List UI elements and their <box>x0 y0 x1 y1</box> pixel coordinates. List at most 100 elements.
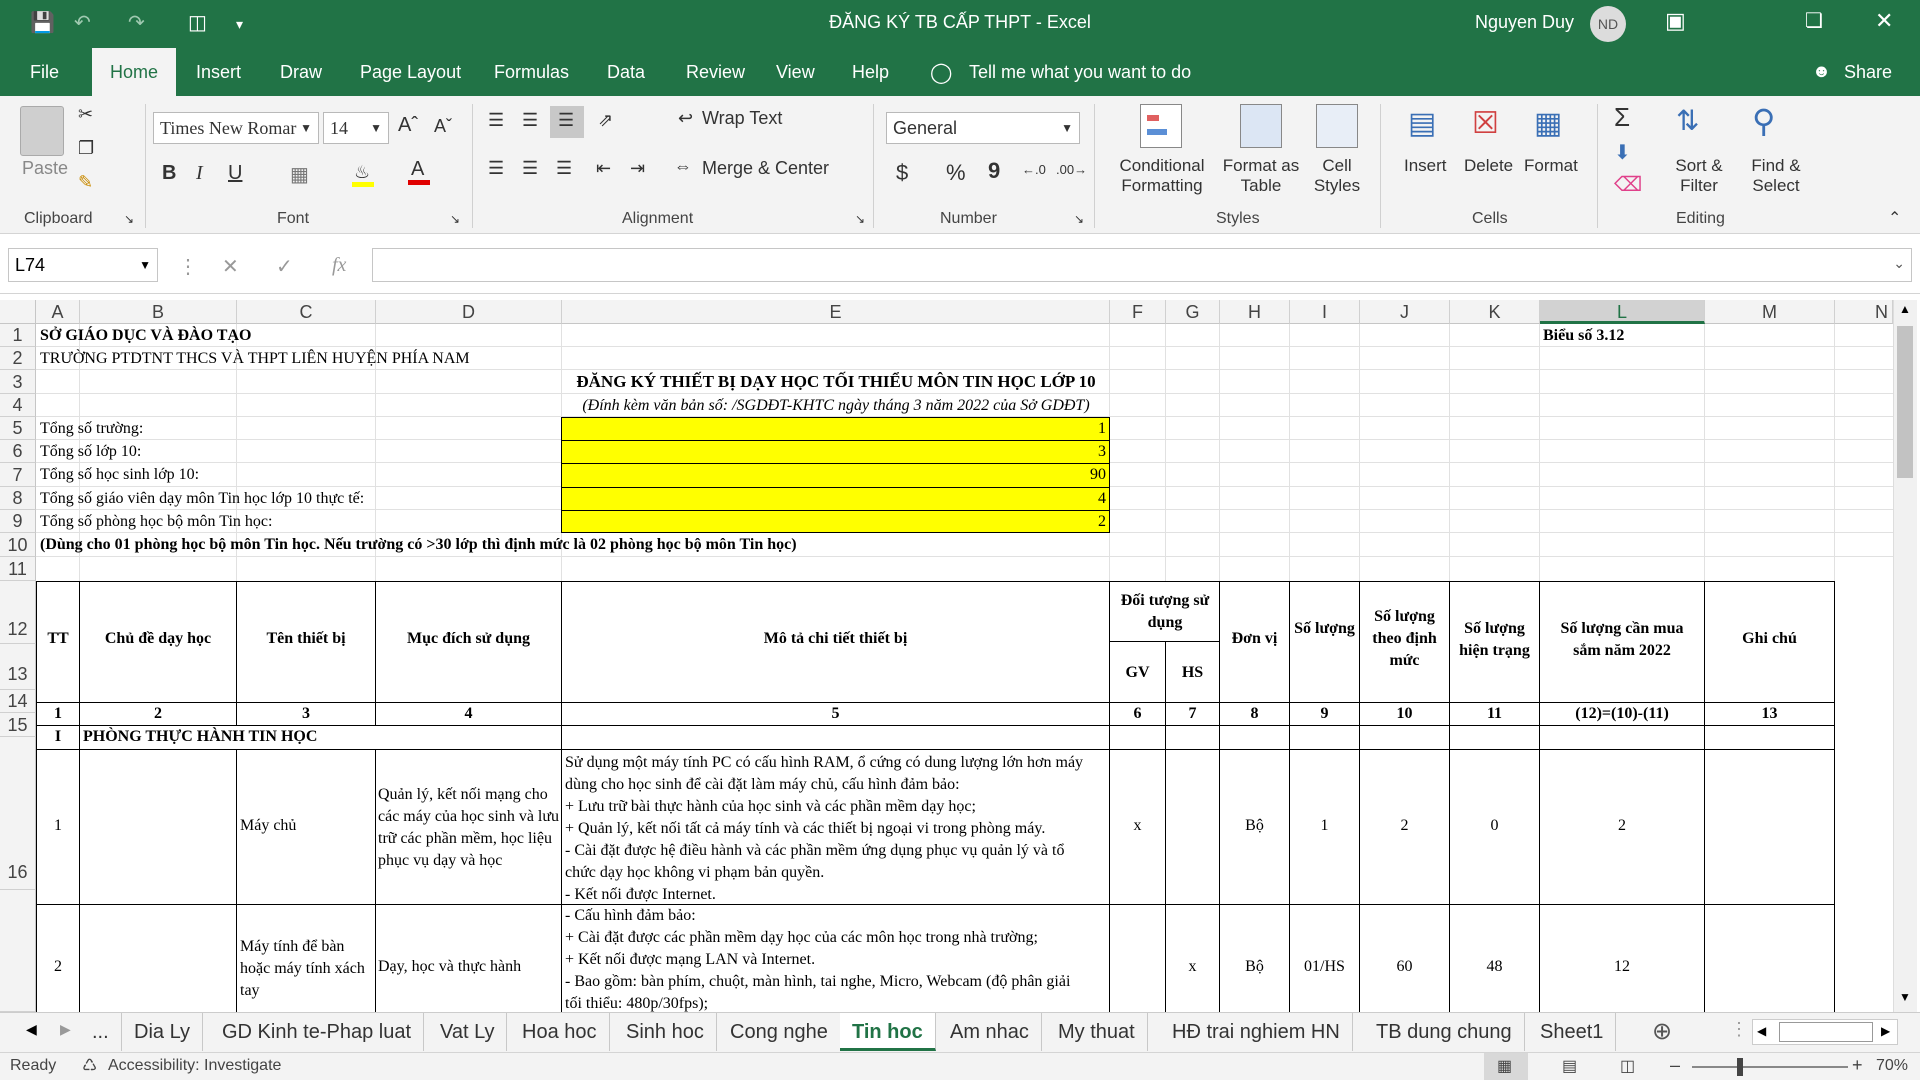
col-header-d[interactable]: D <box>376 300 562 324</box>
col-header-i[interactable]: I <box>1290 300 1360 324</box>
scroll-thumb[interactable] <box>1897 326 1913 478</box>
sort-filter-button[interactable]: Sort & Filter <box>1670 156 1728 196</box>
orientation-icon[interactable]: ⇗ <box>598 110 613 131</box>
insert-cells-icon[interactable]: ▤ <box>1408 106 1436 141</box>
collapse-ribbon-icon[interactable]: ⌃ <box>1888 208 1901 228</box>
value-total-rooms[interactable]: 2 <box>566 513 1106 531</box>
sheet-tab[interactable]: Vat Ly <box>428 1013 508 1051</box>
formula-input[interactable]: ⌄ <box>372 248 1912 282</box>
restore-icon[interactable]: ❏ <box>1805 8 1823 33</box>
delete-cells-icon[interactable]: ☒ <box>1472 106 1499 141</box>
share-button[interactable]: Share <box>1830 48 1906 96</box>
sheet-tab[interactable]: TB dung chung <box>1364 1013 1525 1051</box>
row-header[interactable]: 11 <box>0 557 36 581</box>
value-total-students[interactable]: 90 <box>566 466 1106 484</box>
wrap-text-icon[interactable]: ↩ <box>678 108 693 129</box>
delete-cells-button[interactable]: Delete <box>1464 156 1513 176</box>
row-header[interactable]: 1 <box>0 324 36 347</box>
tell-me-search[interactable]: Tell me what you want to do <box>955 48 1205 96</box>
col-header-g[interactable]: G <box>1166 300 1220 324</box>
zoom-slider[interactable] <box>1692 1066 1848 1068</box>
decrease-indent-icon[interactable]: ⇤ <box>596 158 611 179</box>
cut-icon[interactable]: ✂ <box>78 104 93 125</box>
italic-button[interactable]: I <box>196 162 203 185</box>
format-as-table-button[interactable]: Format as Table <box>1218 156 1304 196</box>
col-header-m[interactable]: M <box>1705 300 1835 324</box>
currency-button[interactable]: $ <box>896 160 908 186</box>
scroll-up-icon[interactable]: ▲ <box>1896 302 1914 320</box>
col-header-f[interactable]: F <box>1110 300 1166 324</box>
increase-decimal-icon[interactable]: ←.0 <box>1022 162 1046 177</box>
row-header[interactable]: 7 <box>0 463 36 487</box>
worksheet-grid[interactable]: A B C D E F G H I J K L M N 1 2 3 4 5 6 … <box>0 300 1900 1012</box>
format-as-table-icon[interactable] <box>1240 104 1282 148</box>
row-header[interactable]: 8 <box>0 487 36 510</box>
col-header-a[interactable]: A <box>36 300 80 324</box>
horizontal-scrollbar[interactable]: ◀ ▶ <box>1752 1019 1898 1045</box>
sheet-tab[interactable]: Sinh hoc <box>614 1013 717 1051</box>
decrease-font-icon[interactable]: Aˇ <box>434 116 452 137</box>
col-header-b[interactable]: B <box>80 300 237 324</box>
format-cells-button[interactable]: Format <box>1524 156 1578 176</box>
page-break-view-icon[interactable]: ◫ <box>1620 1056 1635 1076</box>
row-header[interactable]: 3 <box>0 370 36 394</box>
value-total-teachers[interactable]: 4 <box>566 490 1106 508</box>
scroll-right-icon[interactable]: ▶ <box>1881 1024 1890 1038</box>
tab-file[interactable]: File <box>16 48 73 96</box>
copy-icon[interactable]: ❐ <box>78 138 94 159</box>
prev-sheet-icon[interactable]: ◀ <box>26 1021 37 1038</box>
align-bottom-button[interactable]: ☰ <box>550 106 584 138</box>
conditional-formatting-icon[interactable] <box>1140 104 1182 148</box>
font-size-combo[interactable]: 14 ▼ <box>323 112 389 144</box>
row-header[interactable]: 13 <box>0 644 36 690</box>
tab-help[interactable]: Help <box>838 48 903 96</box>
value-total-classes[interactable]: 3 <box>566 443 1106 461</box>
paste-icon[interactable] <box>20 106 64 156</box>
col-header-n[interactable]: N <box>1835 300 1893 324</box>
sheet-tab[interactable]: Cong nghe <box>718 1013 841 1051</box>
font-launcher-icon[interactable]: ↘ <box>450 212 460 226</box>
alignment-launcher-icon[interactable]: ↘ <box>855 212 865 226</box>
page-layout-view-icon[interactable]: ▤ <box>1562 1056 1577 1076</box>
bold-button[interactable]: B <box>162 162 176 185</box>
normal-view-button[interactable]: ▦ <box>1484 1053 1528 1080</box>
align-right-icon[interactable]: ☰ <box>556 158 572 179</box>
zoom-slider-thumb[interactable] <box>1737 1058 1743 1076</box>
decrease-decimal-icon[interactable]: .00→ <box>1056 162 1087 177</box>
conditional-formatting-button[interactable]: Conditional Formatting <box>1114 156 1210 196</box>
sheet-tab[interactable]: Dia Ly <box>122 1013 203 1051</box>
col-header-c[interactable]: C <box>237 300 376 324</box>
paste-button[interactable]: Paste <box>22 158 68 179</box>
avatar[interactable]: ND <box>1590 6 1626 42</box>
value-total-schools[interactable]: 1 <box>566 420 1106 438</box>
next-sheet-icon[interactable]: ▶ <box>60 1021 71 1038</box>
cell-styles-button[interactable]: Cell Styles <box>1302 156 1372 196</box>
align-left-icon[interactable]: ☰ <box>488 158 504 179</box>
row-header[interactable]: 10 <box>0 533 36 557</box>
cancel-icon[interactable]: ✕ <box>222 254 239 279</box>
close-icon[interactable]: ✕ <box>1875 8 1893 34</box>
row-header[interactable] <box>0 890 36 1012</box>
row-header[interactable]: 2 <box>0 347 36 370</box>
clear-icon[interactable]: ⌫ <box>1614 172 1642 197</box>
sheet-tab-active[interactable]: Tin hoc <box>840 1013 936 1051</box>
merge-center-button[interactable]: Merge & Center <box>702 158 829 179</box>
increase-font-icon[interactable]: Aˆ <box>398 114 418 137</box>
zoom-level[interactable]: 70% <box>1876 1057 1908 1075</box>
align-top-icon[interactable]: ☰ <box>488 110 504 131</box>
insert-cells-button[interactable]: Insert <box>1404 156 1447 176</box>
tab-review[interactable]: Review <box>672 48 759 96</box>
col-header-k[interactable]: K <box>1450 300 1540 324</box>
sheet-tab[interactable]: My thuat <box>1046 1013 1148 1051</box>
autosum-icon[interactable]: Σ <box>1614 102 1630 133</box>
fill-color-icon[interactable]: ♨ <box>352 162 374 187</box>
row-header[interactable]: 4 <box>0 394 36 417</box>
number-launcher-icon[interactable]: ↘ <box>1074 212 1084 226</box>
scroll-down-icon[interactable]: ▼ <box>1896 990 1914 1008</box>
format-cells-icon[interactable]: ▦ <box>1534 106 1562 141</box>
font-name-combo[interactable]: Times New Romar ▼ <box>153 112 319 144</box>
zoom-in-icon[interactable]: + <box>1852 1055 1863 1076</box>
sheet-tab[interactable]: Am nhac <box>938 1013 1042 1051</box>
row-header[interactable]: 6 <box>0 440 36 463</box>
enter-icon[interactable]: ✓ <box>276 254 293 279</box>
